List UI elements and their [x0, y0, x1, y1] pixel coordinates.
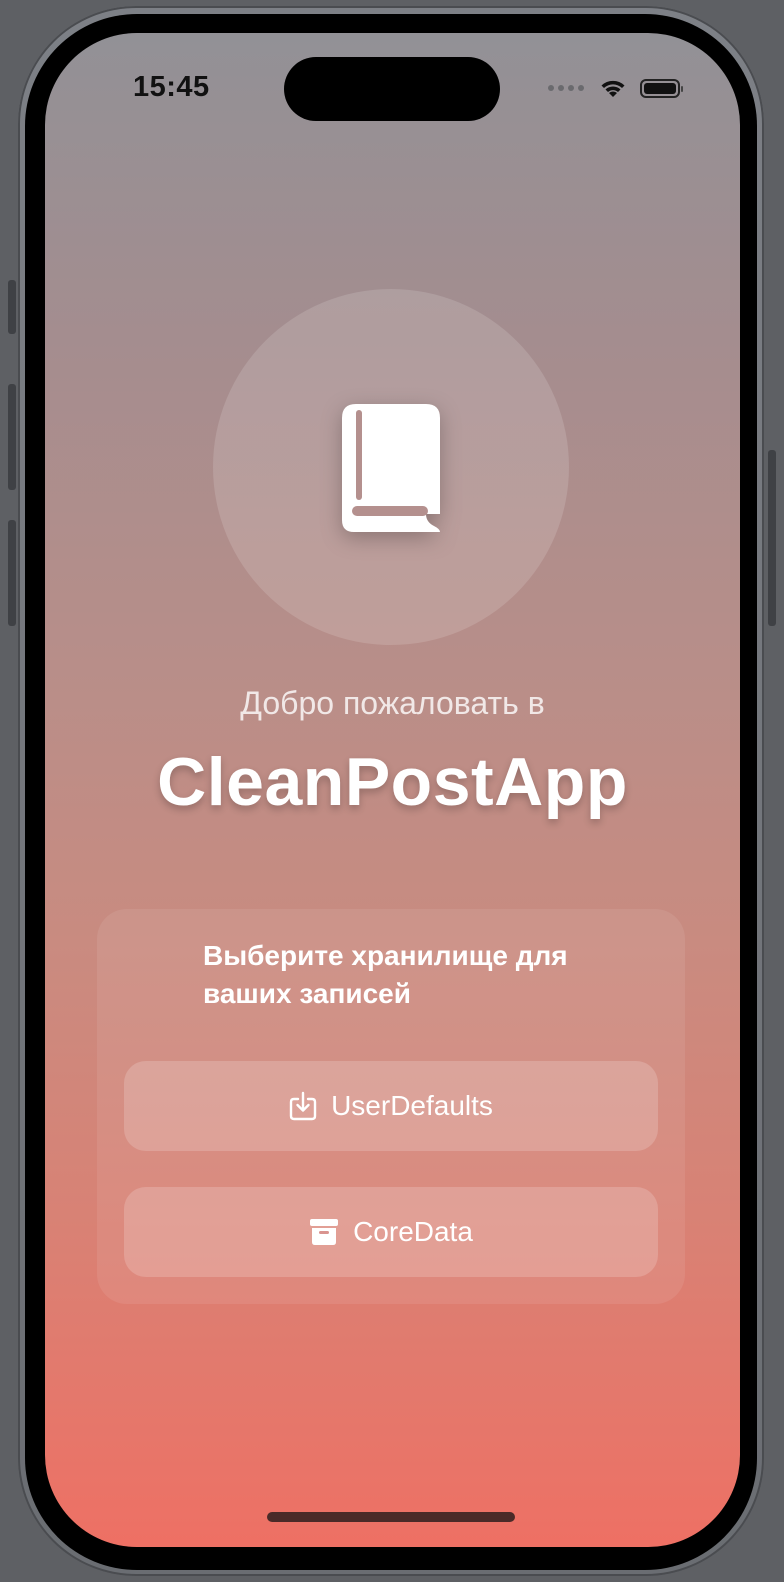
battery-icon — [640, 78, 683, 98]
hero-circle — [213, 289, 569, 645]
side-button-silent — [8, 280, 16, 334]
storage-card-heading: Выберите хранилище для ваших записей — [203, 940, 568, 1009]
home-indicator[interactable] — [267, 1512, 515, 1522]
wifi-icon — [601, 80, 625, 97]
book-icon — [342, 404, 440, 532]
app-screen: 15:45 Добро пожаловать в CleanPostApp Вы… — [45, 33, 740, 1547]
coredata-button[interactable]: CoreData — [124, 1187, 658, 1277]
side-button-volume-down — [8, 520, 16, 626]
archive-box-icon — [310, 1219, 339, 1245]
userdefaults-button[interactable]: UserDefaults — [124, 1061, 658, 1151]
signal-dots-icon — [548, 85, 584, 91]
storage-card: Выберите хранилище для ваших записей Use… — [97, 909, 685, 1304]
coredata-button-label: CoreData — [353, 1216, 473, 1247]
status-time: 15:45 — [133, 71, 210, 103]
status-icons — [548, 77, 683, 99]
app-title: CleanPostApp — [157, 744, 628, 820]
side-button-power — [768, 450, 776, 626]
welcome-text: Добро пожаловать в — [240, 685, 545, 721]
dynamic-island — [284, 57, 500, 121]
side-button-volume-up — [8, 384, 16, 490]
download-tray-icon — [289, 1091, 317, 1121]
userdefaults-button-label: UserDefaults — [331, 1090, 493, 1121]
